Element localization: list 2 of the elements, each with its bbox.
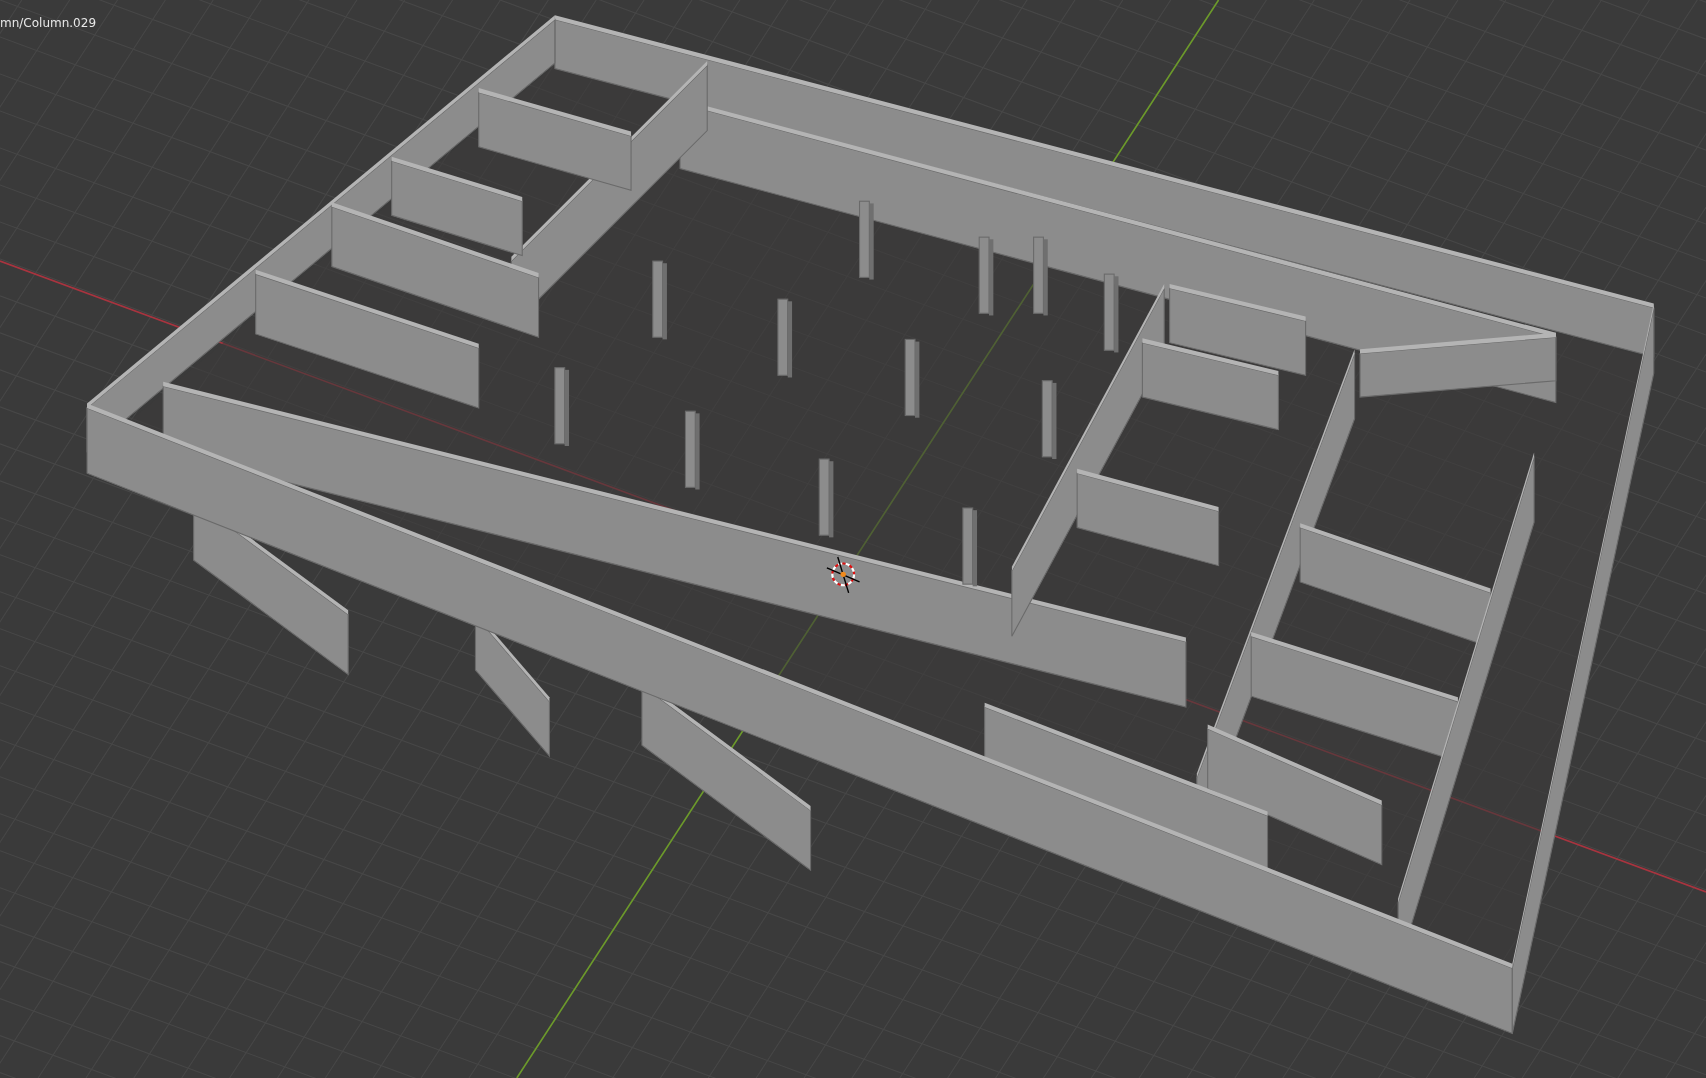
cursor-icon: [826, 556, 861, 594]
object-label: mn/Column.029: [0, 15, 96, 32]
